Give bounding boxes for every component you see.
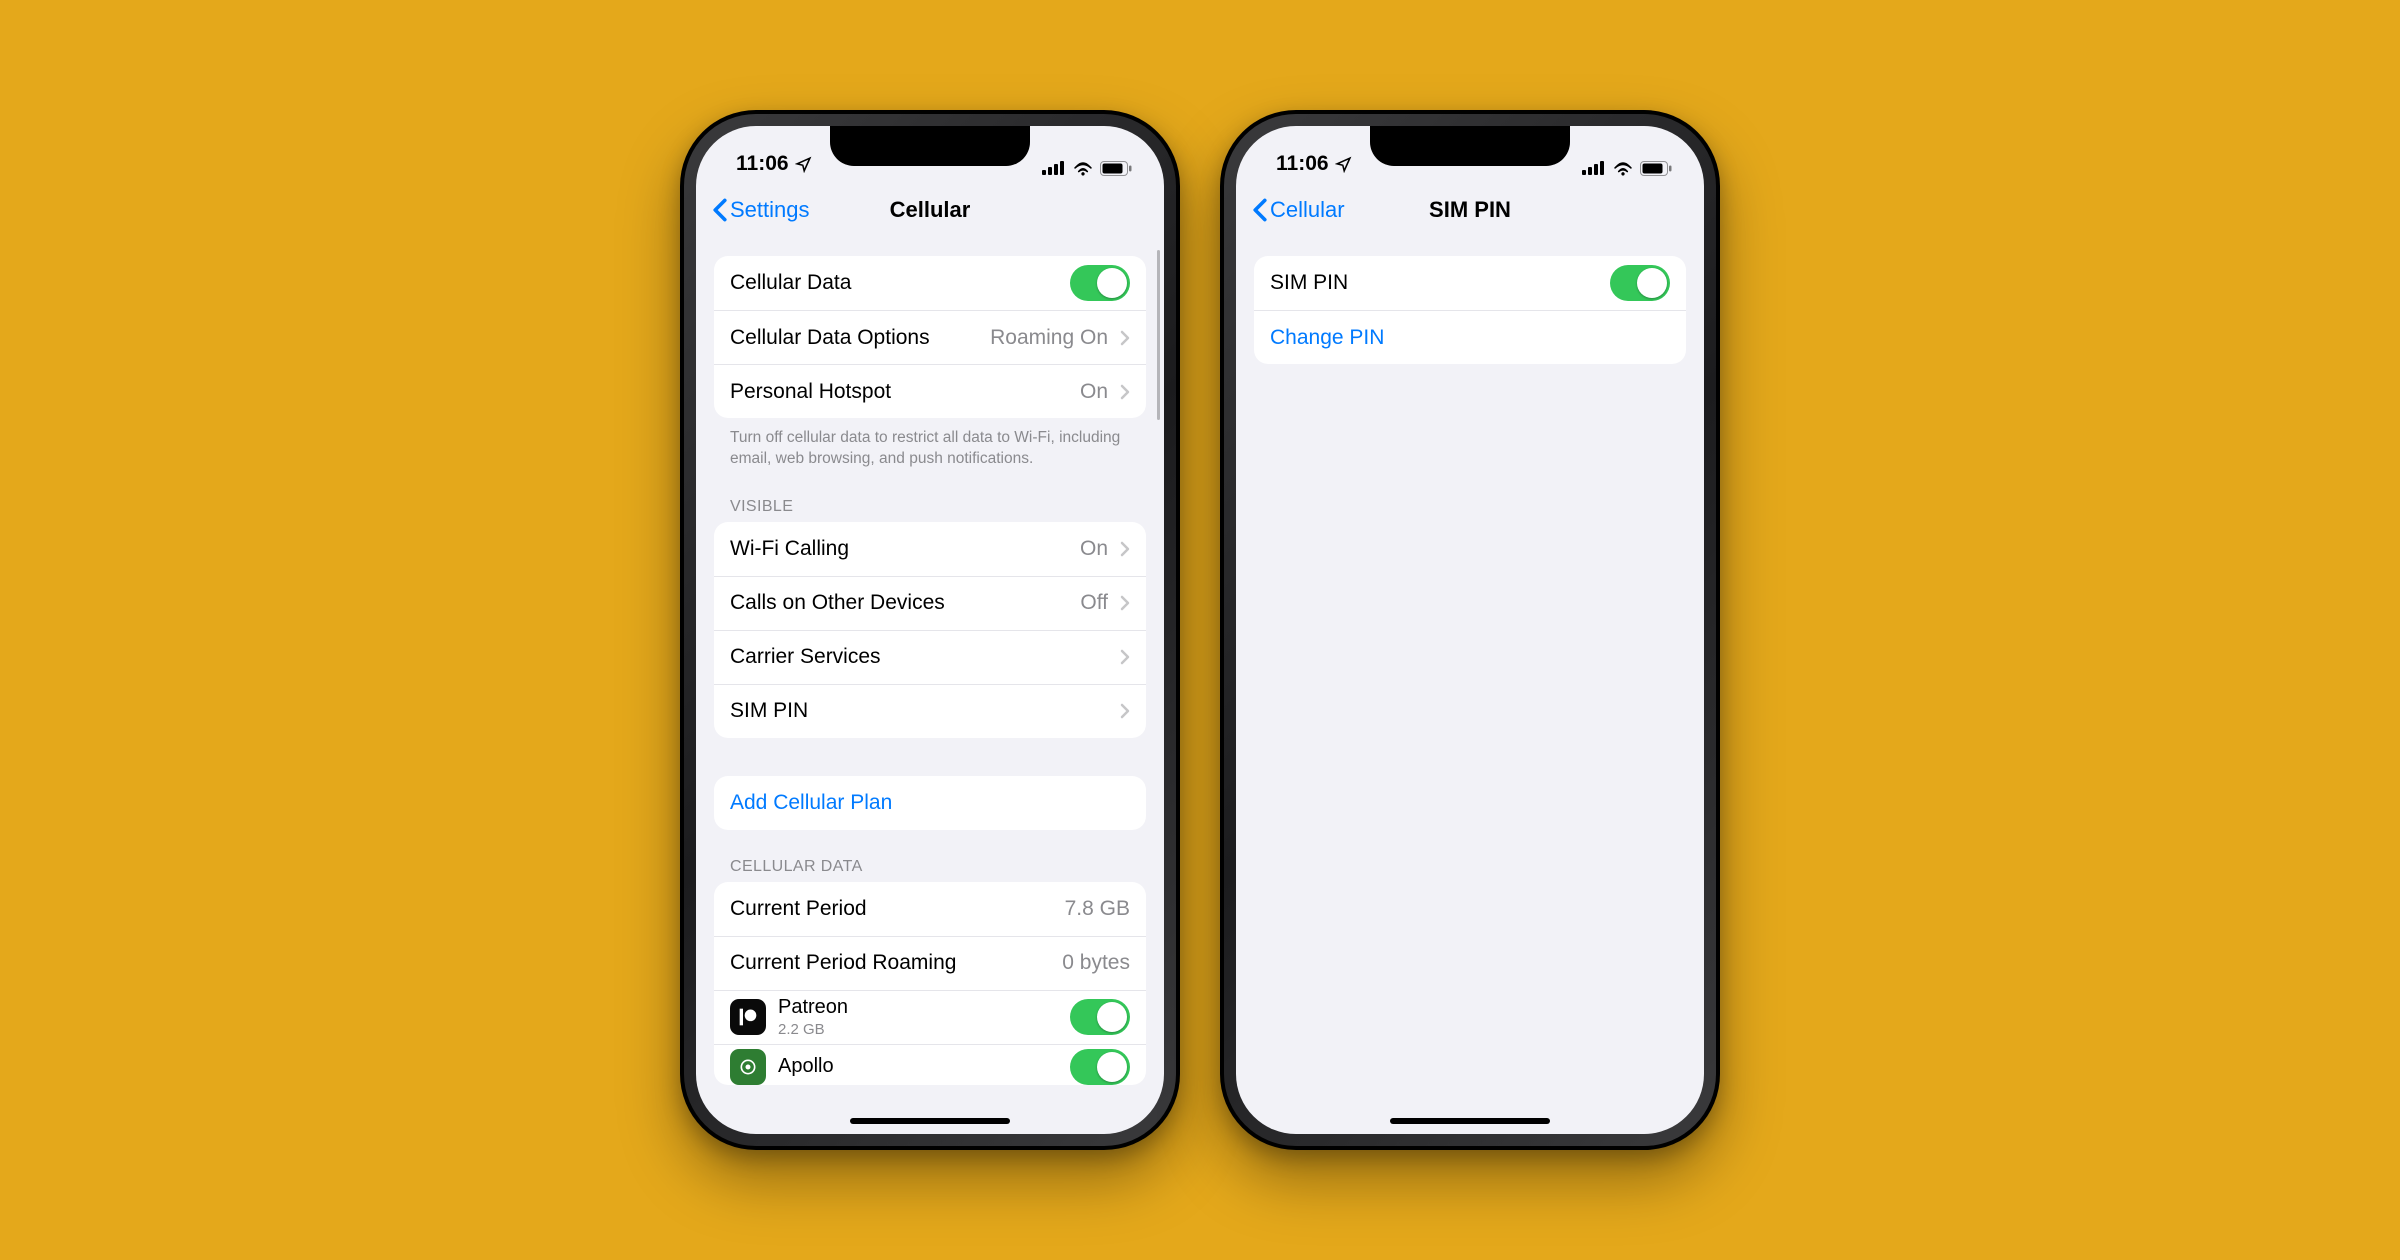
row-label: Personal Hotspot [730,380,1068,404]
row-label: SIM PIN [730,699,1108,723]
row-current-period: Current Period 7.8 GB [714,882,1146,936]
row-app-apollo[interactable]: Apollo [714,1044,1146,1085]
row-calls-other-devices[interactable]: Calls on Other Devices Off [714,576,1146,630]
home-indicator[interactable] [850,1118,1010,1124]
screen: 11:06 Cellular SIM PIN SIM PIN [1236,126,1704,1134]
row-label: Wi-Fi Calling [730,537,1068,561]
notch [1370,126,1570,166]
app-icon-patreon [730,999,766,1035]
toggle-cellular-data[interactable] [1070,265,1130,301]
row-carrier-services[interactable]: Carrier Services [714,630,1146,684]
row-label: Carrier Services [730,645,1108,669]
chevron-left-icon [712,198,728,222]
toggle-app-apollo[interactable] [1070,1049,1130,1085]
group-data-usage: Current Period 7.8 GB Current Period Roa… [714,882,1146,1085]
back-label: Cellular [1270,197,1345,223]
group-visible: Wi-Fi Calling On Calls on Other Devices … [714,522,1146,738]
battery-icon [1100,161,1132,176]
screen: 11:06 Settings Cellular Cellular Data [696,126,1164,1134]
row-label: Change PIN [1270,326,1670,350]
section-header-visible: VISIBLE [714,470,1146,522]
app-icon-apollo [730,1049,766,1085]
row-label: Apollo [778,1055,1058,1078]
chevron-right-icon [1120,330,1130,346]
row-label: Calls on Other Devices [730,591,1068,615]
notch [830,126,1030,166]
row-label: Current Period Roaming [730,951,1050,975]
row-detail: Off [1080,591,1108,615]
scrollbar[interactable] [1157,250,1160,420]
chevron-right-icon [1120,649,1130,665]
chevron-right-icon [1120,703,1130,719]
chevron-left-icon [1252,198,1268,222]
chevron-right-icon [1120,595,1130,611]
toggle-sim-pin[interactable] [1610,265,1670,301]
row-personal-hotspot[interactable]: Personal Hotspot On [714,364,1146,418]
cellular-signal-icon [1582,161,1606,175]
location-icon [1335,156,1352,173]
section-header-cellular-data: CELLULAR DATA [714,830,1146,882]
status-time: 11:06 [736,152,789,176]
row-label: Cellular Data Options [730,326,978,350]
row-sublabel: 2.2 GB [778,1021,1058,1038]
location-icon [795,156,812,173]
row-sim-pin-toggle[interactable]: SIM PIN [1254,256,1686,310]
row-app-patreon[interactable]: Patreon 2.2 GB [714,990,1146,1044]
wifi-icon [1612,160,1634,176]
row-detail: On [1080,380,1108,404]
row-label: Current Period [730,897,1053,921]
home-indicator[interactable] [1390,1118,1550,1124]
row-detail: 0 bytes [1062,951,1130,975]
chevron-right-icon [1120,541,1130,557]
back-button[interactable]: Settings [712,197,810,223]
row-current-period-roaming: Current Period Roaming 0 bytes [714,936,1146,990]
row-cellular-data-options[interactable]: Cellular Data Options Roaming On [714,310,1146,364]
row-detail: On [1080,537,1108,561]
row-label: Add Cellular Plan [730,791,1130,815]
phone-left: 11:06 Settings Cellular Cellular Data [680,110,1180,1150]
content: Cellular Data Cellular Data Options Roam… [696,238,1164,1134]
row-detail: 7.8 GB [1065,897,1130,921]
back-button[interactable]: Cellular [1252,197,1345,223]
group-add-plan: Add Cellular Plan [714,776,1146,830]
row-wifi-calling[interactable]: Wi-Fi Calling On [714,522,1146,576]
row-sim-pin[interactable]: SIM PIN [714,684,1146,738]
status-time: 11:06 [1276,152,1329,176]
nav-bar: Cellular SIM PIN [1236,182,1704,238]
nav-bar: Settings Cellular [696,182,1164,238]
phone-right: 11:06 Cellular SIM PIN SIM PIN [1220,110,1720,1150]
battery-icon [1640,161,1672,176]
wifi-icon [1072,160,1094,176]
group-cellular-main: Cellular Data Cellular Data Options Roam… [714,256,1146,418]
row-detail: Roaming On [990,326,1108,350]
group-sim-pin: SIM PIN Change PIN [1254,256,1686,364]
group-footer: Turn off cellular data to restrict all d… [714,418,1146,470]
back-label: Settings [730,197,810,223]
row-change-pin[interactable]: Change PIN [1254,310,1686,364]
row-cellular-data[interactable]: Cellular Data [714,256,1146,310]
row-label: Patreon [778,996,1058,1019]
row-label: Cellular Data [730,271,1058,295]
cellular-signal-icon [1042,161,1066,175]
content: SIM PIN Change PIN [1236,238,1704,1134]
toggle-app-patreon[interactable] [1070,999,1130,1035]
row-label: SIM PIN [1270,271,1598,295]
row-add-cellular-plan[interactable]: Add Cellular Plan [714,776,1146,830]
chevron-right-icon [1120,384,1130,400]
